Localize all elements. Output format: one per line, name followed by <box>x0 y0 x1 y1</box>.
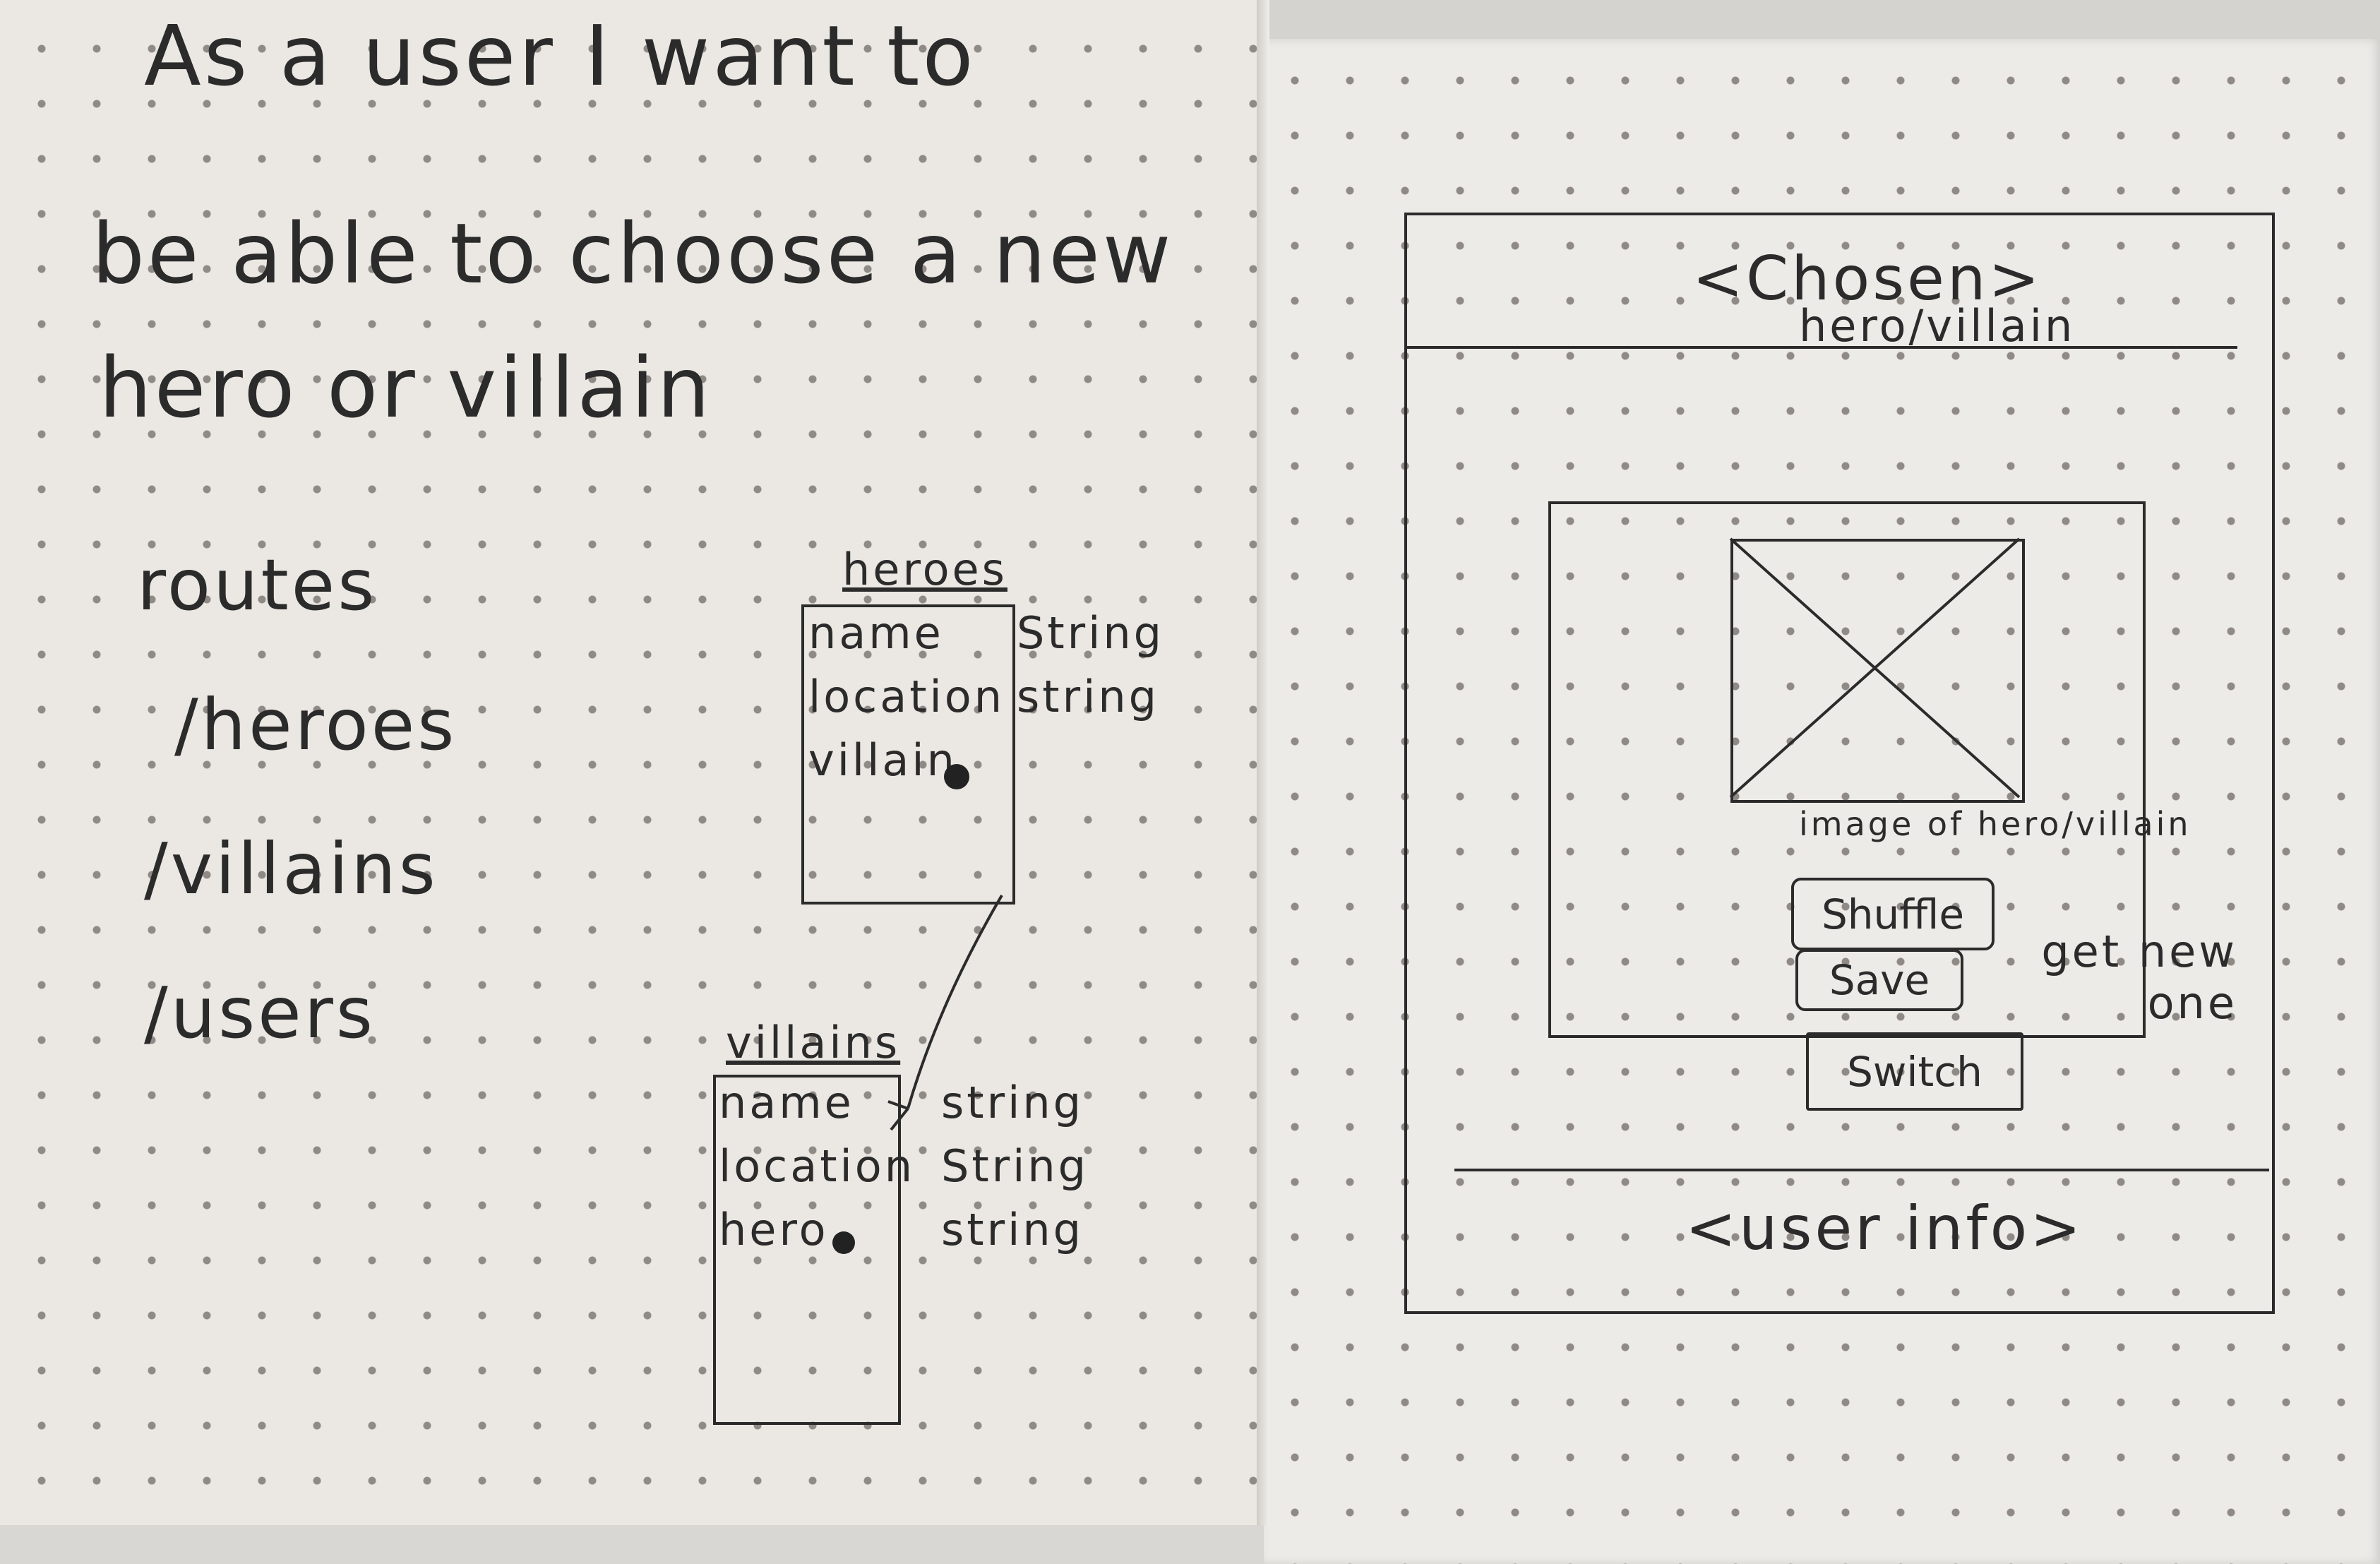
footer-divider <box>1454 1169 2269 1171</box>
scribble-villain <box>944 764 969 789</box>
hero-image-placeholder <box>1730 539 2025 803</box>
relation-connector <box>887 894 1003 1131</box>
scribble-hero <box>832 1231 855 1254</box>
image-caption: image of hero/villain <box>1799 805 2191 843</box>
header-subtitle: hero/villain <box>1799 300 2076 352</box>
switch-button[interactable]: Switch <box>1806 1032 2023 1111</box>
shuffle-annotation: get new one <box>2041 926 2237 1029</box>
save-button[interactable]: Save <box>1795 949 1963 1011</box>
shuffle-button[interactable]: Shuffle <box>1791 878 1995 950</box>
footer-user-info: <user info> <box>1685 1193 2084 1264</box>
